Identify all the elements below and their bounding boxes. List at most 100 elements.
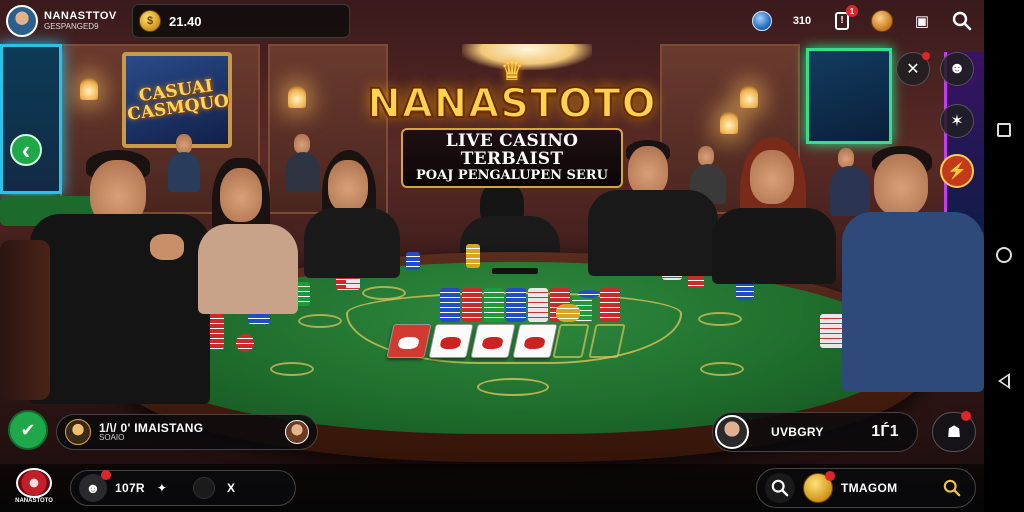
wallet-balance[interactable]: $ 21.40 <box>132 4 350 38</box>
logo-banner: LIVE CASINO TERBAIST POAJ PENGALUPEN SER… <box>401 128 623 188</box>
chip-stack <box>248 314 270 324</box>
wall-casino-sign: CASUAI CASMQUO <box>122 52 232 148</box>
wall-sconce <box>288 86 306 108</box>
tools-button[interactable]: ✕ <box>896 52 930 86</box>
felt-seat-marker <box>698 312 742 326</box>
playing-card <box>428 324 474 358</box>
mic-icon[interactable] <box>192 477 215 499</box>
wall-sconce <box>740 86 758 108</box>
slot-machine-right <box>806 48 892 144</box>
gift-icon: ☗ <box>946 424 962 441</box>
felt-center-marker <box>477 378 549 396</box>
check-button[interactable]: ✔ <box>8 410 48 450</box>
chat-text: 1/\/ 0' IMAISTANG <box>99 420 204 435</box>
system-navigation-bar <box>984 0 1024 512</box>
globe-icon[interactable] <box>748 7 776 35</box>
dealer-pill[interactable]: UVBGRY 1Ѓ1 <box>712 412 918 452</box>
bonus-icon[interactable] <box>868 7 896 35</box>
playing-card <box>386 324 432 358</box>
gold-badge <box>825 471 835 481</box>
profile-button[interactable]: ☻ <box>940 52 974 86</box>
person-icon: ☻ <box>85 480 101 496</box>
dealer-value: 1Ѓ1 <box>871 423 899 440</box>
gold-bag-icon <box>803 471 835 503</box>
profile-switch-button[interactable]: ☻ <box>79 470 111 502</box>
alert-icon[interactable]: ! 1 <box>828 5 858 35</box>
chip-stack <box>296 282 310 306</box>
wallet-amount: 21.40 <box>169 13 202 29</box>
chat-partner-avatar <box>285 420 309 444</box>
search-icon[interactable] <box>948 7 976 35</box>
home-icon[interactable] <box>996 247 1012 263</box>
brand-badge[interactable]: NANASTOTO <box>8 468 60 510</box>
game-logo: ♛ NANASTOTO LIVE CASINO TERBAIST POAJ PE… <box>362 58 662 188</box>
check-icon: ✔ <box>20 419 36 440</box>
back-arrow-button[interactable]: ‹ <box>10 134 42 166</box>
player-avatar[interactable] <box>6 5 38 37</box>
chip-stack <box>528 288 548 322</box>
logo-tagline-2: POAJ PENGALUPEN SERU <box>416 167 608 183</box>
tools-badge <box>922 52 930 60</box>
dealer-name: UVBGRY <box>771 425 824 439</box>
wall-sconce <box>80 78 98 100</box>
slot-machine-left <box>0 44 62 194</box>
chat-pill[interactable]: 1/\/ 0' IMAISTANG SOAIO <box>56 414 318 450</box>
search-icon <box>943 479 961 497</box>
effects-button[interactable]: ✶ <box>940 104 974 138</box>
chip-stack <box>462 288 482 322</box>
bottom-misc: X <box>226 481 236 495</box>
wall-sign-text: CASUAI CASMQUO <box>126 76 231 125</box>
promo-button[interactable]: ⚡ <box>940 154 974 188</box>
top-icon-bar: 310 ! 1 ▣ <box>748 4 976 38</box>
back-icon[interactable] <box>998 373 1010 389</box>
wall-sconce <box>720 112 738 134</box>
lobby-pill[interactable]: TMAGOM <box>756 468 976 508</box>
chip-stack <box>506 288 526 322</box>
logo-brand: NANASTOTO <box>366 81 657 127</box>
playing-card <box>470 324 516 358</box>
chip-stack <box>484 288 504 322</box>
chip <box>556 304 580 322</box>
chat-avatar <box>65 419 91 445</box>
chair <box>0 240 50 400</box>
felt-seat-marker <box>298 314 342 328</box>
stats-label: 310 <box>792 15 812 27</box>
bag-glyph: ▣ <box>914 13 930 30</box>
chip-stack <box>466 244 480 268</box>
bottom-left-pill[interactable]: ☻ 107R ✦ X <box>70 470 296 506</box>
coin-icon: $ <box>139 10 161 32</box>
player-profile[interactable]: NANASTTOV GESPANGED9 <box>6 4 117 38</box>
recent-apps-icon[interactable] <box>997 123 1011 137</box>
felt-seat-marker <box>270 362 314 376</box>
chip-stack <box>440 288 460 322</box>
profile-icon: ☻ <box>948 60 966 77</box>
search-icon <box>771 479 789 497</box>
felt-seat-marker <box>700 362 744 376</box>
lobby-search-right-button[interactable] <box>937 473 967 503</box>
brand-small-text: NANASTOTO <box>15 498 53 504</box>
chip <box>578 290 600 298</box>
felt-seat-marker <box>362 286 406 300</box>
card-shoe-slot <box>492 268 538 274</box>
alert-badge: 1 <box>846 5 858 17</box>
chip-stack <box>600 288 620 322</box>
sparkle-small-icon: ✦ <box>156 481 167 495</box>
lobby-label: TMAGOM <box>841 481 898 495</box>
tools-icon: ✕ <box>906 61 920 78</box>
chevron-left-icon: ‹ <box>21 135 31 165</box>
chip-stack <box>406 252 420 270</box>
chip-stack <box>208 314 224 350</box>
bag-icon[interactable]: ▣ <box>908 7 936 35</box>
playing-card <box>512 324 558 358</box>
sparkle-icon: ✶ <box>950 113 964 130</box>
lobby-search-button[interactable] <box>765 473 795 503</box>
stats-icon[interactable]: 310 <box>788 7 816 35</box>
chat-sub: SOAIO <box>99 433 125 443</box>
player-subtitle: GESPANGED9 <box>44 21 99 31</box>
chip <box>236 334 254 352</box>
profile-switch-badge <box>101 470 111 480</box>
player-name: NANASTTOV <box>44 10 117 23</box>
gift-badge <box>961 411 971 421</box>
gift-button[interactable]: ☗ <box>932 411 976 452</box>
logo-tagline-1: LIVE CASINO TERBAIST <box>445 131 579 169</box>
